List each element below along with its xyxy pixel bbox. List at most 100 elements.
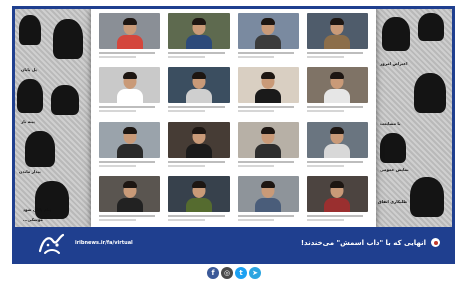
meta-line <box>306 218 344 221</box>
meta-line <box>237 218 275 221</box>
meta-line <box>168 56 205 58</box>
person-thumb-icon <box>168 67 230 104</box>
video-tile[interactable] <box>306 13 368 64</box>
collage-stage: پل پایان پینه باز بیدار ماندن پیام پایان… <box>15 9 452 227</box>
title-line <box>168 214 225 217</box>
video-tile[interactable] <box>168 121 230 173</box>
video-tile[interactable] <box>168 67 230 118</box>
bullet-icon <box>431 238 440 247</box>
person-thumb-icon <box>99 175 161 212</box>
meta-line <box>306 110 344 113</box>
right-caption-1: اعتراض امروز <box>380 61 408 66</box>
left-caption-5: موشکی... <box>23 217 43 222</box>
right-caption-3: نمایش عمومی <box>380 167 409 172</box>
video-tile[interactable] <box>237 121 299 173</box>
person-thumb-icon <box>306 175 368 212</box>
video-tile[interactable] <box>306 175 368 227</box>
title-line <box>306 214 364 217</box>
silhouette <box>25 131 55 167</box>
person-thumb-icon <box>237 13 299 49</box>
video-tile[interactable] <box>99 13 161 64</box>
silhouette <box>410 177 444 217</box>
person-thumb-icon <box>237 121 299 158</box>
person-thumb-icon <box>306 13 368 49</box>
telegram-icon[interactable]: ➤ <box>249 267 261 279</box>
meta-line <box>306 164 344 167</box>
video-tile[interactable] <box>99 121 161 173</box>
meta-line <box>99 164 136 167</box>
title-line <box>237 214 294 217</box>
title-line <box>237 106 294 109</box>
news-logo-icon <box>38 233 65 254</box>
left-caption-3: بیدار ماندن <box>19 169 41 174</box>
silhouette <box>418 13 444 41</box>
video-tile[interactable] <box>99 175 161 227</box>
title-line <box>99 106 156 109</box>
silhouette <box>414 73 446 113</box>
title-line <box>168 106 225 109</box>
meta-line <box>99 110 136 113</box>
meta-line <box>237 110 275 113</box>
video-tile[interactable] <box>168 175 230 227</box>
site-url[interactable]: iribnews.ir/fa/virtual <box>75 240 133 246</box>
news-card: پل پایان پینه باز بیدار ماندن پیام پایان… <box>12 6 455 264</box>
right-collage: اعتراض امروز با مشایعت نمایش عمومی طلبکا… <box>374 9 452 227</box>
title-line <box>306 106 364 109</box>
person-thumb-icon <box>99 121 161 158</box>
headline-caption: انهایی که با "داب اسمش" می‌خندند! <box>300 239 426 247</box>
meta-line <box>99 218 136 221</box>
meta-line <box>168 218 205 221</box>
person-thumb-icon <box>306 67 368 104</box>
social-links: f ◎ t ➤ <box>207 267 261 279</box>
left-caption-4: پیام پایان شود <box>23 207 52 212</box>
meta-line <box>168 110 205 113</box>
silhouette <box>17 79 43 113</box>
title-line <box>99 160 156 163</box>
video-tile[interactable] <box>99 67 161 118</box>
silhouette <box>19 15 41 45</box>
person-thumb-icon <box>237 175 299 212</box>
title-line <box>168 160 225 163</box>
left-caption-2: پینه باز <box>21 119 35 124</box>
title-line <box>306 52 364 54</box>
video-tile[interactable] <box>306 121 368 173</box>
video-feed-grid <box>91 9 376 227</box>
title-line <box>237 160 294 163</box>
person-thumb-icon <box>168 121 230 158</box>
right-caption-2: با مشایعت <box>380 121 401 126</box>
title-line <box>99 52 156 54</box>
footer-band: iribnews.ir/fa/virtual انهایی که با "داب… <box>15 227 452 261</box>
infographic-page: پل پایان پینه باز بیدار ماندن پیام پایان… <box>0 0 462 282</box>
person-thumb-icon <box>306 121 368 158</box>
person-thumb-icon <box>99 13 161 49</box>
silhouette <box>51 85 79 115</box>
left-caption-1: پل پایان <box>21 67 37 72</box>
instagram-icon[interactable]: ◎ <box>221 267 233 279</box>
title-line <box>99 214 156 217</box>
silhouette <box>380 133 406 163</box>
silhouette <box>35 181 69 219</box>
video-tile[interactable] <box>306 67 368 118</box>
facebook-icon[interactable]: f <box>207 267 219 279</box>
meta-line <box>237 164 275 167</box>
video-tile[interactable] <box>237 67 299 118</box>
twitter-icon[interactable]: t <box>235 267 247 279</box>
video-tile[interactable] <box>237 13 299 64</box>
meta-line <box>99 56 136 58</box>
video-tile[interactable] <box>168 13 230 64</box>
title-line <box>237 52 294 54</box>
video-tile[interactable] <box>237 175 299 227</box>
silhouette <box>53 19 83 59</box>
silhouette <box>382 17 410 51</box>
left-collage: پل پایان پینه باز بیدار ماندن پیام پایان… <box>15 9 93 227</box>
person-thumb-icon <box>237 67 299 104</box>
title-line <box>168 52 225 54</box>
meta-line <box>168 164 205 167</box>
person-thumb-icon <box>168 13 230 49</box>
person-thumb-icon <box>168 175 230 212</box>
meta-line <box>237 56 275 58</box>
meta-line <box>306 56 344 58</box>
person-thumb-icon <box>99 67 161 104</box>
title-line <box>306 160 364 163</box>
right-caption-4: طلبکاری اتفاق <box>378 199 408 204</box>
